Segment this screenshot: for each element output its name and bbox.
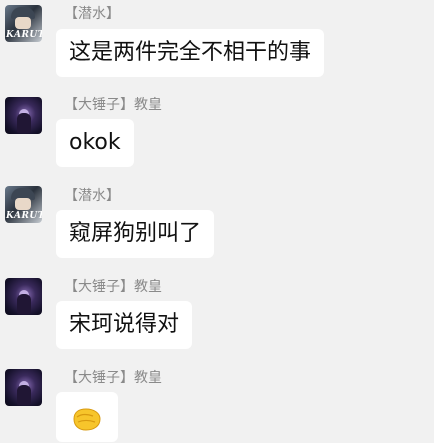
message-bubble[interactable]: 宋珂说得对	[56, 301, 193, 349]
user-avatar[interactable]	[5, 278, 42, 315]
thumbs-fist-emoji-icon	[73, 408, 101, 431]
user-avatar[interactable]	[5, 369, 42, 406]
chat-area: KARUT 【潜水】 这是两件完全不相干的事 【大锤子】教皇 okok KARU…	[0, 0, 434, 443]
sender-name: 【大锤子】教皇	[64, 370, 162, 386]
avatar-text: KARUT	[6, 30, 42, 40]
sender-name: 【潜水】	[64, 6, 120, 22]
user-avatar[interactable]	[5, 97, 42, 134]
sender-name: 【大锤子】教皇	[64, 97, 162, 113]
message-bubble[interactable]: 这是两件完全不相干的事	[56, 29, 325, 77]
user-avatar[interactable]: KARUT	[5, 5, 42, 42]
message-bubble-emoji[interactable]	[56, 392, 118, 442]
message-bubble[interactable]: 窥屏狗别叫了	[56, 210, 215, 258]
sender-name: 【大锤子】教皇	[64, 279, 162, 295]
avatar-text: KARUT	[6, 211, 42, 221]
sender-name: 【潜水】	[64, 188, 120, 204]
message-bubble[interactable]: okok	[56, 119, 134, 167]
user-avatar[interactable]: KARUT	[5, 186, 42, 223]
